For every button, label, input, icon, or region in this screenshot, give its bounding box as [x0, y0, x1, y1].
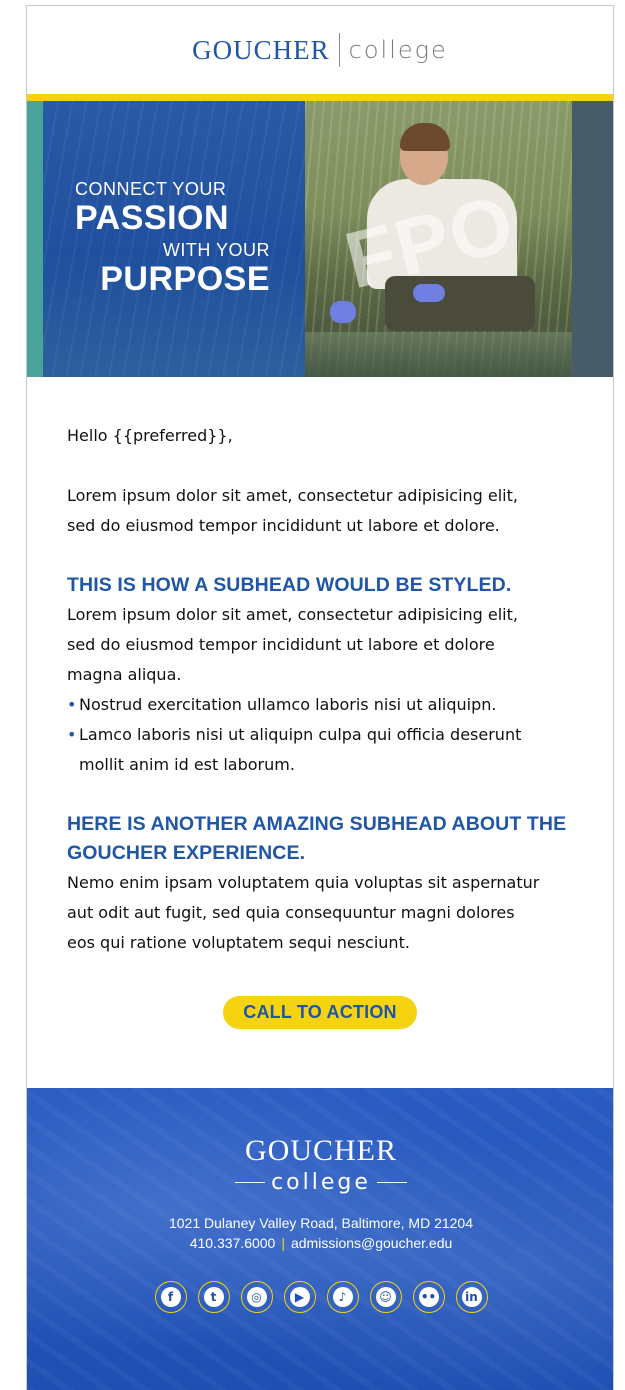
social-linkedin[interactable]: in	[455, 1281, 488, 1313]
intro-line: Lorem ipsum dolor sit amet, consectetur …	[67, 486, 518, 505]
footer-address: 1021 Dulaney Valley Road, Baltimore, MD …	[168, 1215, 474, 1231]
photo-water	[305, 332, 572, 377]
hero-headline: CONNECT YOUR PASSION WITH YOUR PURPOSE	[75, 179, 305, 297]
hero-line-connect: CONNECT YOUR	[75, 179, 227, 199]
section2-paragraph: Nemo enim ipsam voluptatem quia voluptas…	[67, 868, 573, 958]
social-facebook[interactable]: f	[154, 1281, 187, 1313]
subhead-2-line: GOUCHER EXPERIENCE.	[67, 842, 306, 864]
social-twitter[interactable]: t	[197, 1281, 230, 1313]
social-tiktok[interactable]: ♪	[326, 1281, 359, 1313]
bullet-dot: •	[67, 695, 77, 714]
social-flickr[interactable]: ••	[412, 1281, 445, 1313]
bullet-text: Lamco laboris nisi ut aliquipn culpa qui…	[79, 725, 522, 744]
hero-slate-strip	[572, 101, 613, 377]
hero-line-passion: PASSION	[75, 199, 230, 237]
yellow-accent-bar	[27, 94, 613, 101]
logo-wordmark-college: college	[348, 36, 448, 64]
footer-phone[interactable]: 410.337.6000	[190, 1235, 276, 1251]
section1-line: magna aliqua.	[67, 665, 182, 684]
logo-divider	[338, 33, 340, 67]
footer-logo-rule	[235, 1182, 266, 1183]
header: GOUCHER college	[27, 6, 613, 94]
footer-separator: |	[281, 1235, 285, 1251]
section2-line: aut odit aut fugit, sed quia consequuntu…	[67, 903, 515, 922]
section2-line: eos qui ratione voluptatem sequi nesciun…	[67, 933, 410, 952]
section1-line: sed do eiusmod tempor incididunt ut labo…	[67, 635, 495, 654]
footer: GOUCHER college 1021 Dulaney Valley Road…	[27, 1088, 613, 1390]
twitter-icon: t	[203, 1287, 224, 1307]
bullet-item: • Lamco laboris nisi ut aliquipn culpa q…	[67, 720, 573, 780]
hero-photo: FPO	[305, 101, 572, 377]
footer-logo-college-row: college	[27, 1170, 613, 1195]
section1-line: Lorem ipsum dolor sit amet, consectetur …	[67, 605, 518, 624]
photo-person-hair	[400, 123, 450, 151]
goucher-logo[interactable]: GOUCHER college	[192, 33, 448, 67]
email-body: Hello {{preferred}}, Lorem ipsum dolor s…	[27, 377, 613, 1029]
footer-logo-college: college	[271, 1170, 371, 1195]
hero-line-purpose: PURPOSE	[100, 260, 270, 298]
subhead-1: THIS IS HOW A SUBHEAD WOULD BE STYLED.	[67, 574, 512, 596]
youtube-icon: ▶	[289, 1287, 310, 1307]
logo-wordmark-goucher: GOUCHER	[192, 34, 330, 65]
bullet-item: • Nostrud exercitation ullamco laboris n…	[67, 690, 573, 720]
linkedin-icon: in	[461, 1287, 482, 1307]
facebook-icon: f	[160, 1287, 181, 1307]
photo-glove	[330, 301, 356, 323]
bullet-text: Nostrud exercitation ullamco laboris nis…	[79, 695, 497, 714]
social-snapchat[interactable]: ☺	[369, 1281, 402, 1313]
bullet-text: mollit anim id est laborum.	[79, 755, 295, 774]
bullet-list: • Nostrud exercitation ullamco laboris n…	[67, 690, 573, 780]
footer-logo-goucher[interactable]: GOUCHER	[27, 1134, 613, 1168]
email-frame: GOUCHER college FPO CONNECT YOUR PASSION…	[26, 5, 614, 1390]
hero-line-with-your: WITH YOUR	[162, 240, 270, 260]
intro-paragraph: Lorem ipsum dolor sit amet, consectetur …	[67, 481, 573, 541]
subhead-2: HERE IS ANOTHER AMAZING SUBHEAD ABOUT TH…	[67, 810, 573, 868]
social-links: f t ◎ ▶ ♪ ☺ •• in	[27, 1281, 613, 1313]
flickr-icon: ••	[418, 1287, 439, 1307]
hero-teal-strip	[27, 101, 43, 377]
cta-container: CALL TO ACTION	[67, 996, 573, 1029]
social-instagram[interactable]: ◎	[240, 1281, 273, 1313]
section2-line: Nemo enim ipsam voluptatem quia voluptas…	[67, 873, 540, 892]
hero-banner: FPO CONNECT YOUR PASSION WITH YOUR PURPO…	[27, 101, 613, 377]
footer-email-link[interactable]: admissions@goucher.edu	[291, 1235, 452, 1251]
footer-logo-rule	[376, 1182, 407, 1183]
greeting: Hello {{preferred}},	[67, 426, 233, 445]
tiktok-icon: ♪	[332, 1287, 353, 1307]
section1-paragraph: Lorem ipsum dolor sit amet, consectetur …	[67, 600, 573, 690]
social-youtube[interactable]: ▶	[283, 1281, 316, 1313]
intro-line: sed do eiusmod tempor incididunt ut labo…	[67, 516, 500, 535]
instagram-icon: ◎	[246, 1287, 267, 1307]
subhead-2-line: HERE IS ANOTHER AMAZING SUBHEAD ABOUT TH…	[67, 813, 567, 835]
snapchat-icon: ☺	[375, 1287, 396, 1307]
footer-contact: 410.337.6000 | admissions@goucher.edu	[27, 1233, 613, 1253]
bullet-dot: •	[67, 725, 77, 744]
call-to-action-button[interactable]: CALL TO ACTION	[223, 996, 417, 1029]
